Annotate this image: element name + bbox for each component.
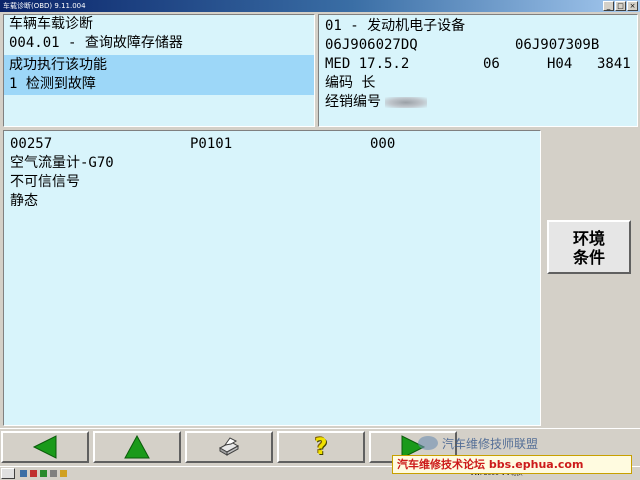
wechat-logo-icon: [418, 436, 438, 450]
printer-icon: [218, 437, 240, 456]
window-title: 车载诊断(OBD) 9.11.004: [3, 2, 86, 10]
part-number-1: 06J906027DQ: [325, 37, 418, 53]
close-button[interactable]: ×: [627, 1, 638, 11]
environment-conditions-button[interactable]: 环境 条件: [547, 220, 631, 274]
ecu-info-panel: 01 - 发动机电子设备 06J906027DQ 06J907309B MED …: [318, 14, 638, 127]
ecu-field-a: 06: [483, 56, 500, 72]
app-icon[interactable]: [60, 470, 67, 477]
start-button[interactable]: [1, 468, 15, 479]
function-name: 004.01 - 查询故障存储器: [9, 35, 183, 51]
window-titlebar: 车载诊断(OBD) 9.11.004 _ □ ×: [0, 0, 640, 12]
dealer-label: 经销编号: [325, 94, 381, 110]
env-button-line1: 环境: [572, 229, 605, 248]
redacted-dealer-number: [385, 96, 427, 108]
app-icon[interactable]: [50, 470, 57, 477]
fault-row[interactable]: 00257 P0101 000: [10, 135, 534, 154]
question-icon: ?: [314, 434, 328, 460]
status-block: 成功执行该功能 1 检测到故障: [4, 55, 314, 95]
coding-label: 编码 长: [325, 75, 376, 91]
fault-list-panel: 00257 P0101 000 空气流量计-G70 不可信信号 静态: [3, 130, 541, 426]
ecu-field-c: 3841: [597, 56, 631, 72]
side-button-area: [544, 130, 640, 426]
panel-title: 车辆车载诊断: [9, 16, 93, 32]
part-number-2: 06J907309B: [515, 37, 600, 53]
back-button[interactable]: [1, 431, 89, 463]
fault-description: 空气流量计-G70: [10, 155, 114, 171]
app-icon[interactable]: [30, 470, 37, 477]
fault-type: 不可信信号: [10, 174, 80, 190]
part-numbers-row: 06J906027DQ 06J907309B: [325, 36, 631, 55]
fault-count: 1 检测到故障: [9, 76, 96, 92]
function-panel: 车辆车载诊断 004.01 - 查询故障存储器 成功执行该功能 1 检测到故障: [3, 14, 315, 127]
fault-code: 00257: [10, 136, 53, 152]
app-icon[interactable]: [20, 470, 27, 477]
app-icon[interactable]: [40, 470, 47, 477]
up-arrow-icon: [124, 435, 150, 459]
forum-banner: 汽车维修技术论坛 bbs.ephua.com: [392, 455, 632, 474]
fault-state: 静态: [10, 193, 38, 209]
left-arrow-icon: [32, 435, 57, 459]
up-button[interactable]: [93, 431, 181, 463]
fault-status-code: 000: [370, 136, 396, 152]
maximize-button[interactable]: □: [615, 1, 626, 11]
watermark: 汽车维修技师联盟: [418, 432, 638, 454]
watermark-text: 汽车维修技师联盟: [442, 436, 539, 451]
minimize-button[interactable]: _: [603, 1, 614, 11]
window-controls: _ □ ×: [603, 1, 638, 11]
status-text: 成功执行该功能: [9, 57, 107, 73]
ecu-details-row: MED 17.5.2 06 H04 3841: [325, 55, 631, 74]
obd-code: P0101: [190, 136, 233, 152]
dealer-row: 经销编号: [325, 93, 631, 112]
ecu-name: MED 17.5.2: [325, 56, 410, 72]
env-button-line2: 条件: [572, 248, 605, 267]
print-button[interactable]: [185, 431, 273, 463]
ecu-system: 01 - 发动机电子设备: [325, 18, 466, 34]
ecu-field-b: H04: [547, 56, 573, 72]
help-button[interactable]: ?: [277, 431, 365, 463]
